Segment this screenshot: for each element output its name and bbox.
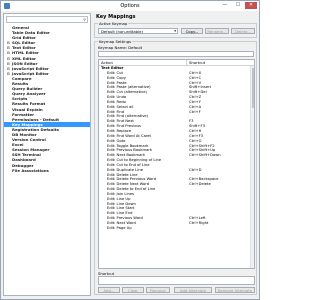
shortcut-cell: Ctrl+Shift+Down bbox=[189, 153, 221, 158]
key-mappings-panel: Key Mappings Active Keymap Default (non-… bbox=[94, 13, 257, 296]
add-alternate-button[interactable]: Add Alternate bbox=[174, 287, 212, 293]
sidebar-item[interactable]: File Associations bbox=[4, 168, 90, 173]
search-icon: ⚲ bbox=[83, 17, 86, 22]
copy-keymap-button[interactable]: Copy... bbox=[181, 28, 203, 34]
remove-shortcut-button[interactable]: Remove bbox=[146, 287, 170, 293]
chevron-down-icon: ▾ bbox=[174, 29, 176, 33]
column-header-shortcut[interactable]: Shortcut bbox=[187, 60, 205, 65]
keymap-select[interactable]: Default (non-editable) ▾ bbox=[98, 28, 178, 34]
active-keymap-label: Active Keymap bbox=[98, 21, 129, 26]
remove-alternate-button[interactable]: Remove Alternate bbox=[215, 287, 255, 293]
search-input[interactable] bbox=[7, 17, 87, 22]
keymap-settings-label: Keymap Settings bbox=[98, 39, 133, 44]
keymap-filter-input[interactable] bbox=[98, 51, 254, 57]
column-header-action[interactable]: Action bbox=[99, 60, 187, 65]
shortcut-buttons: Add... Clear Remove Add Alternate Remove… bbox=[98, 287, 255, 294]
shortcut-cell: Ctrl+Delete bbox=[189, 182, 211, 187]
keymap-select-value: Default (non-editable) bbox=[101, 29, 143, 34]
add-shortcut-button[interactable]: Add... bbox=[98, 287, 120, 293]
table-body: Text Editor Edit: Cut Ctrl+X Edit: Copy Ctrl… bbox=[99, 66, 254, 231]
table-scrollbar[interactable] bbox=[250, 66, 254, 268]
delete-keymap-button[interactable]: Delete... bbox=[231, 28, 255, 34]
table-row[interactable]: Edit: Page Up bbox=[99, 226, 254, 231]
search-box: ⚲ bbox=[6, 16, 88, 23]
minimize-button[interactable]: — bbox=[219, 2, 231, 9]
shortcut-cell: Ctrl+F bbox=[189, 109, 201, 114]
page-title: Key Mappings bbox=[96, 14, 136, 20]
key-mappings-table: Action Shortcut Text Editor Edit: Cut Ctrl… bbox=[98, 59, 255, 269]
shortcut-cell: Ctrl+D bbox=[189, 167, 202, 172]
active-keymap-group: Active Keymap Default (non-editable) ▾ C… bbox=[94, 21, 257, 38]
close-button[interactable]: ✕ bbox=[245, 2, 257, 9]
rename-keymap-button[interactable]: Rename... bbox=[205, 28, 229, 34]
options-sidebar: ⚲ General Table Data Editor Grid Editor ⊟ SQ… bbox=[3, 13, 91, 296]
action-cell: Edit: Page Up bbox=[107, 225, 132, 230]
options-window: Options — ☐ ✕ ⚲ General Table Data Editor… bbox=[0, 0, 260, 300]
window-controls: — ☐ ✕ bbox=[219, 2, 257, 9]
shortcut-cell: Ctrl+Right bbox=[189, 221, 209, 225]
title-bar: Options — ☐ ✕ bbox=[1, 1, 259, 11]
sidebar-item-label: File Associations bbox=[12, 167, 49, 173]
shortcut-cell bbox=[187, 226, 189, 231]
keymap-name-label: Keymap Name: Default bbox=[98, 45, 143, 50]
clear-shortcut-button[interactable]: Clear bbox=[122, 287, 144, 293]
keymap-settings-group: Keymap Settings Keymap Name: Default Act… bbox=[94, 39, 257, 295]
maximize-button[interactable]: ☐ bbox=[232, 2, 244, 9]
options-tree: General Table Data Editor Grid Editor ⊟ SQL … bbox=[4, 25, 90, 173]
scrollbar-thumb[interactable] bbox=[251, 68, 254, 108]
shortcut-field[interactable] bbox=[98, 276, 255, 285]
